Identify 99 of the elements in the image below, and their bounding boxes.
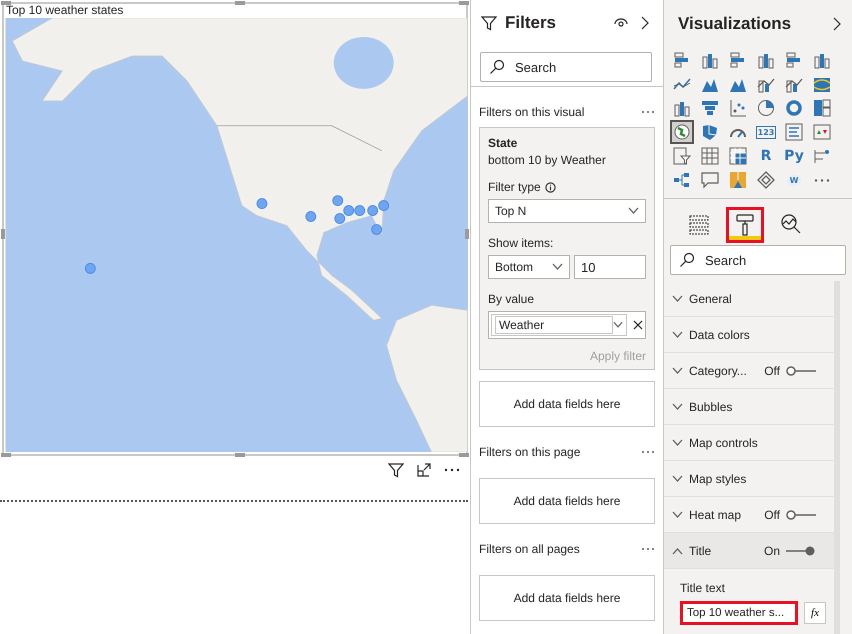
decomposition-tree-icon xyxy=(673,171,691,189)
format-tab[interactable] xyxy=(726,207,764,243)
toggle-label: Off xyxy=(764,508,780,522)
number-input[interactable]: 10 xyxy=(574,255,646,279)
filter-icon[interactable] xyxy=(388,462,404,478)
drop-zone[interactable]: Add data fields here xyxy=(479,478,655,524)
script-visual-button[interactable]: R xyxy=(754,144,778,168)
more-options-icon xyxy=(814,178,830,182)
pie-chart-icon xyxy=(757,99,775,117)
ribbon-chart-icon xyxy=(813,75,831,93)
kpi-icon xyxy=(813,123,831,141)
cloud-visual-button[interactable]: W xyxy=(782,168,806,192)
bar-chart-icon xyxy=(729,51,747,69)
field-label: Title text xyxy=(680,581,726,595)
treemap-icon xyxy=(813,99,831,117)
toggle-switch[interactable] xyxy=(786,366,816,376)
diamond-icon xyxy=(757,171,775,189)
drop-zone[interactable]: Add data fields here xyxy=(479,575,655,621)
fx-button[interactable]: fx xyxy=(804,602,826,624)
field-label: Filter type xyxy=(488,180,541,194)
resize-handle[interactable] xyxy=(1,453,11,457)
search-icon xyxy=(679,252,695,268)
resize-handle[interactable] xyxy=(459,1,469,5)
card-visual-button[interactable]: 123 xyxy=(754,120,778,144)
dropdown[interactable]: Bottom xyxy=(488,255,570,279)
dropdown[interactable]: Top N xyxy=(488,199,646,223)
title-text-field[interactable]: Top 10 weather s... xyxy=(680,601,798,625)
chevron-down-icon xyxy=(672,330,683,338)
info-icon[interactable] xyxy=(544,182,556,192)
section-heading: Filters on all pages xyxy=(479,542,580,556)
toggle-label: Off xyxy=(764,364,780,378)
funnel-chart-icon xyxy=(701,99,719,117)
resize-handle[interactable] xyxy=(235,453,245,457)
speech-bubble-icon xyxy=(701,171,719,189)
bar-chart-icon xyxy=(673,51,691,69)
chevron-up-icon xyxy=(672,546,683,554)
filled-map-icon xyxy=(701,123,719,141)
chevron-down-icon xyxy=(672,294,683,302)
pane-title: Visualizations xyxy=(678,14,792,34)
chevron-down-icon xyxy=(552,263,563,271)
globe-button[interactable] xyxy=(670,120,694,144)
resize-handle[interactable] xyxy=(235,1,245,5)
filter-icon xyxy=(481,15,497,31)
column-chart-icon xyxy=(813,51,831,69)
more-options-icon[interactable] xyxy=(641,547,655,551)
key-influencers-icon xyxy=(813,147,831,165)
chevron-down-icon xyxy=(672,402,683,410)
close-icon[interactable] xyxy=(633,320,643,330)
section-heading: Filters on this visual xyxy=(479,105,584,119)
slicer-icon xyxy=(673,147,691,165)
format-section-header[interactable]: General xyxy=(664,281,834,317)
value-field[interactable]: Weather xyxy=(491,314,627,336)
scatter-chart-icon xyxy=(729,99,747,117)
globe-icon xyxy=(673,123,691,141)
resize-handle[interactable] xyxy=(459,453,469,457)
script-visual-button[interactable]: Py xyxy=(782,144,806,168)
resize-handle[interactable] xyxy=(1,229,5,239)
donut-chart-icon xyxy=(785,99,803,117)
filter-field-name: State xyxy=(488,136,518,150)
drop-zone[interactable]: Add data fields here xyxy=(479,381,655,427)
more-options-icon[interactable] xyxy=(641,450,655,454)
resize-handle[interactable] xyxy=(1,1,11,5)
toggle-switch[interactable] xyxy=(786,510,816,520)
chevron-right-icon[interactable] xyxy=(832,17,842,31)
matrix-icon xyxy=(729,147,747,165)
magnifier-icon xyxy=(779,212,803,236)
search-field[interactable]: Search xyxy=(670,245,846,275)
bar-chart-icon xyxy=(785,51,803,69)
chevron-down-icon xyxy=(672,474,683,482)
field-label: By value xyxy=(488,292,534,306)
visual-title: Top 10 weather states xyxy=(5,4,124,18)
multi-row-card-icon xyxy=(785,123,803,141)
chevron-down-icon xyxy=(672,438,683,446)
format-section-header[interactable]: Map controls xyxy=(664,425,834,461)
column-chart-icon xyxy=(673,99,691,117)
table-icon xyxy=(701,147,719,165)
search-field[interactable]: Search xyxy=(480,52,652,82)
chevron-down-icon xyxy=(628,207,639,215)
filter-summary: bottom 10 by Weather xyxy=(488,153,607,167)
shape-map-icon xyxy=(729,171,747,189)
more-options-icon[interactable] xyxy=(641,110,655,114)
chevron-down-icon xyxy=(672,366,683,374)
focus-mode-icon[interactable] xyxy=(416,462,432,478)
format-section-header[interactable]: Data colors xyxy=(664,317,834,353)
column-chart-icon xyxy=(757,51,775,69)
search-icon xyxy=(489,59,505,75)
section-heading: Filters on this page xyxy=(479,445,580,459)
format-section-header[interactable]: Bubbles xyxy=(664,389,834,425)
format-section-header[interactable]: Title On xyxy=(664,533,834,569)
chevron-down-icon xyxy=(613,320,623,330)
resize-handle[interactable] xyxy=(465,229,469,239)
column-chart-icon xyxy=(701,51,719,69)
toggle-label: On xyxy=(764,544,780,558)
chevron-down-icon xyxy=(672,510,683,518)
field-label: Show items: xyxy=(488,236,554,250)
pane-title: Filters xyxy=(505,13,558,33)
format-section-header[interactable]: Category... Off xyxy=(664,353,834,389)
toggle-switch[interactable] xyxy=(786,546,816,556)
format-section-header[interactable]: Map styles xyxy=(664,461,834,497)
